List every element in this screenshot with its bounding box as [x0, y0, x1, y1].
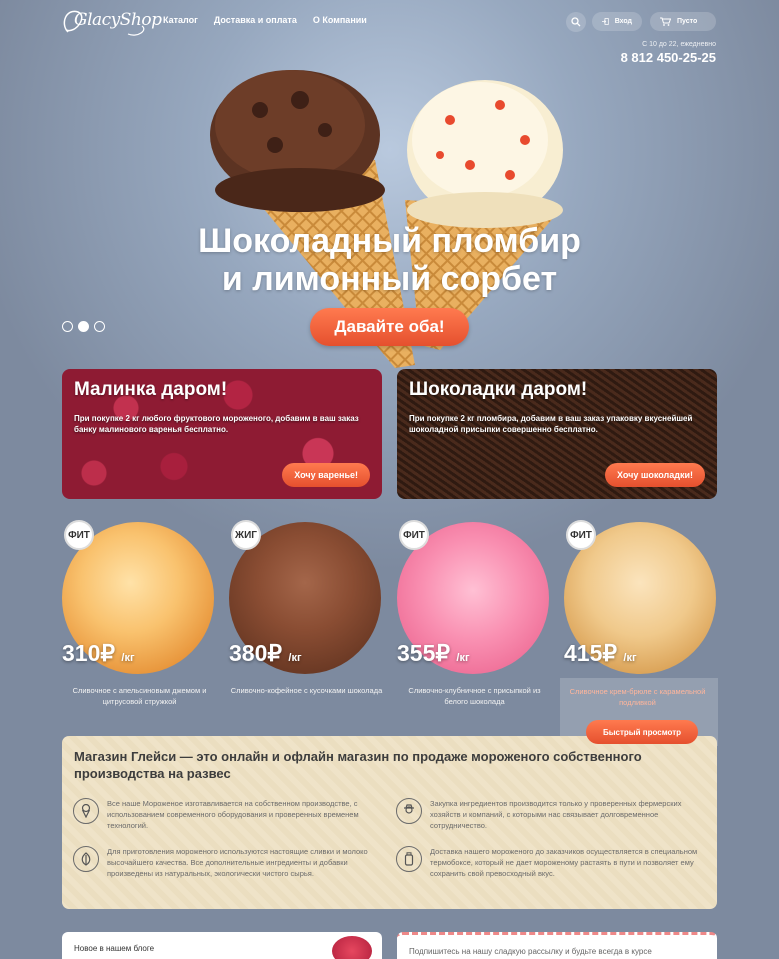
- thermos-icon: [396, 846, 422, 872]
- product-description[interactable]: Сливочное с апельсиновым джемом и цитрус…: [62, 685, 217, 707]
- search-button[interactable]: [566, 12, 586, 32]
- blog-title: Новое в нашем блоге: [74, 944, 155, 953]
- phone-number[interactable]: 8 812 450-25-25: [621, 50, 716, 65]
- newsletter-card: Подпишитесь на нашу сладкую рассылку и б…: [397, 932, 717, 959]
- nav-catalog[interactable]: Каталог: [163, 15, 198, 25]
- cart-icon: [660, 17, 671, 26]
- blog-image[interactable]: [332, 936, 372, 959]
- product-card[interactable]: ФИТ 310₽ /кг Сливочное с апельсиновым дж…: [62, 520, 217, 720]
- product-card[interactable]: ЖИГ 380₽ /кг Сливочно-кофейное с кусочка…: [229, 520, 384, 720]
- cart-label: Пусто: [677, 18, 698, 25]
- feature-text: Доставка нашего мороженого до заказчиков…: [430, 847, 698, 878]
- working-hours: С 10 до 22, ежедневно: [642, 41, 716, 48]
- product-description[interactable]: Сливочно-кофейное с кусочками шоколада: [229, 685, 384, 696]
- promo-card-raspberry: Малинка даром! При покупке 2 кг любого ф…: [62, 369, 382, 499]
- product-description[interactable]: Сливочно-клубничное с присыпкой из белог…: [397, 685, 552, 707]
- login-icon: [602, 18, 609, 25]
- promo-button-chocolate[interactable]: Хочу шоколадки!: [604, 463, 705, 487]
- promo-title: Шоколадки даром!: [409, 379, 588, 400]
- newsletter-text: Подпишитесь на нашу сладкую рассылку и б…: [409, 947, 652, 956]
- feature-item: Закупка ингредиентов производится только…: [396, 798, 710, 831]
- promo-button-jam[interactable]: Хочу варенье!: [282, 463, 370, 487]
- product-badge: ФИТ: [399, 520, 429, 550]
- product-price: 415₽ /кг: [564, 640, 637, 666]
- feature-item: Все наше Мороженое изготавливается на со…: [73, 798, 387, 831]
- cart-button[interactable]: Пусто: [650, 12, 716, 31]
- product-card[interactable]: ФИТ 355₽ /кг Сливочно-клубничное с присы…: [397, 520, 552, 720]
- feature-item: Для приготовления мороженого используютс…: [73, 846, 387, 879]
- slider-dot-3[interactable]: [94, 321, 105, 332]
- leaf-icon: [73, 846, 99, 872]
- feature-text: Все наше Мороженое изготавливается на со…: [107, 799, 359, 830]
- promo-title: Малинка даром!: [74, 379, 228, 400]
- product-price: 380₽ /кг: [229, 640, 302, 666]
- product-price: 355₽ /кг: [397, 640, 470, 666]
- product-badge: ФИТ: [566, 520, 596, 550]
- promo-text: При покупке 2 кг любого фруктового морож…: [74, 414, 359, 434]
- promo-card-chocolate: Шоколадки даром! При покупке 2 кг пломби…: [397, 369, 717, 499]
- feature-item: Доставка нашего мороженого до заказчиков…: [396, 846, 710, 879]
- slider-dot-2[interactable]: [78, 321, 89, 332]
- about-title: Магазин Глейси — это онлайн и офлайн маг…: [74, 749, 642, 781]
- hero-title-line1: Шоколадный пломбир: [198, 222, 581, 260]
- about-section: Магазин Глейси — это онлайн и офлайн маг…: [62, 736, 717, 909]
- login-label: Вход: [614, 18, 632, 25]
- farmer-icon: [396, 798, 422, 824]
- hero-title: Шоколадный пломбир и лимонный сорбет: [0, 222, 779, 298]
- ice-cream-icon: [73, 798, 99, 824]
- feature-text: Закупка ингредиентов производится только…: [430, 799, 682, 830]
- nav-delivery[interactable]: Доставка и оплата: [214, 15, 297, 25]
- feature-text: Для приготовления мороженого используютс…: [107, 847, 368, 878]
- search-icon: [571, 17, 581, 27]
- product-badge: ФИТ: [64, 520, 94, 550]
- nav-about[interactable]: О Компании: [313, 15, 367, 25]
- hero-title-line2: и лимонный сорбет: [221, 260, 558, 298]
- quick-view-button[interactable]: Быстрый просмотр: [586, 720, 698, 744]
- main-nav: Каталог Доставка и оплата О Компании: [163, 15, 367, 25]
- login-button[interactable]: Вход: [592, 12, 642, 31]
- promo-text: При покупке 2 кг пломбира, добавим в ваш…: [409, 414, 693, 434]
- product-badge: ЖИГ: [231, 520, 261, 550]
- slider-dot-1[interactable]: [62, 321, 73, 332]
- blog-card: Новое в нашем блоге: [62, 932, 382, 959]
- product-description[interactable]: Сливочное крем-брюле с карамельной подли…: [560, 686, 715, 708]
- slider-dots: [62, 321, 105, 332]
- logo-text: GlacyShop: [74, 10, 162, 30]
- logo[interactable]: GlacyShop: [58, 4, 162, 44]
- product-price: 310₽ /кг: [62, 640, 135, 666]
- hero-cta-button[interactable]: Давайте оба!: [310, 308, 469, 346]
